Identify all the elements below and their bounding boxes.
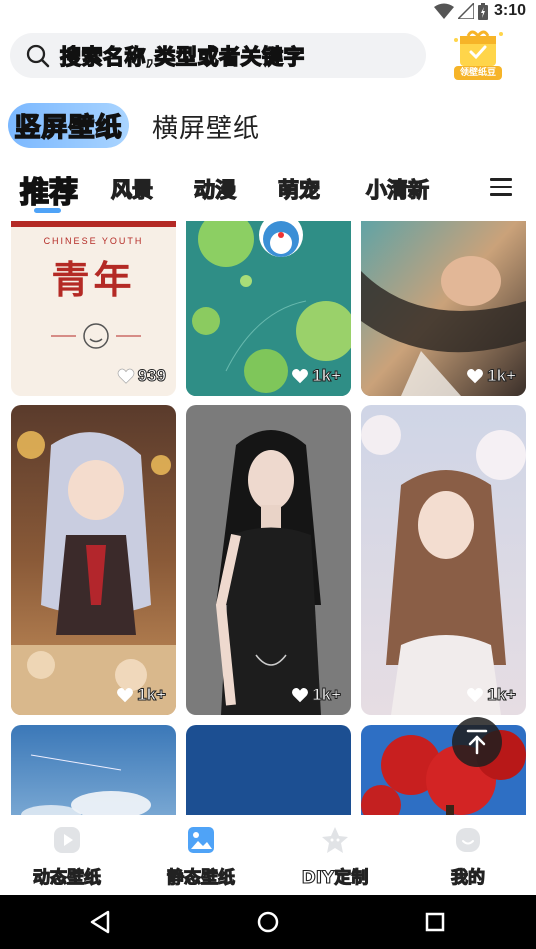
play-icon bbox=[54, 827, 80, 853]
anime-character-image bbox=[11, 405, 176, 715]
gift-box-icon bbox=[454, 30, 503, 66]
wallpaper-card[interactable] bbox=[186, 725, 351, 815]
wallpaper-card[interactable]: 1k+ bbox=[186, 405, 351, 715]
card-title: 青年 bbox=[51, 258, 136, 302]
wifi-icon bbox=[433, 3, 454, 19]
category-tab-fresh[interactable]: 小清新 bbox=[365, 174, 429, 204]
home-icon[interactable] bbox=[255, 909, 281, 935]
nav-item-live-wallpaper[interactable]: 动态壁纸 bbox=[12, 825, 122, 889]
arrow-up-icon bbox=[466, 729, 488, 755]
category-menu-button[interactable] bbox=[490, 178, 512, 198]
category-tab-pets[interactable]: 萌宠 bbox=[277, 174, 320, 204]
wallpaper-card[interactable]: CHINESE YOUTH 青年 939 bbox=[11, 221, 176, 396]
category-tabs: 推荐 风景 动漫 萌宠 小清新 bbox=[0, 166, 536, 214]
nav-item-diy[interactable]: DIY定制 bbox=[280, 825, 390, 889]
like-count: 1k+ bbox=[466, 366, 516, 386]
like-count: 1k+ bbox=[291, 685, 341, 705]
clock: 3:10 bbox=[493, 2, 526, 19]
nav-label: DIY定制 bbox=[301, 867, 369, 888]
like-count: 939 bbox=[117, 366, 167, 386]
wallpaper-card[interactable]: 1k+ bbox=[361, 405, 526, 715]
red-band bbox=[11, 221, 176, 227]
nav-label: 动态壁纸 bbox=[32, 867, 101, 888]
sky-image bbox=[11, 725, 176, 815]
wallpaper-card[interactable]: 1k+ bbox=[11, 405, 176, 715]
nav-item-mine[interactable]: 我的 bbox=[413, 825, 523, 889]
heart-icon bbox=[292, 688, 309, 703]
recents-icon[interactable] bbox=[422, 909, 448, 935]
wallpaper-card[interactable]: 1k+ bbox=[186, 221, 351, 396]
search-bar[interactable]: 搜索名称,类型或者关键字 bbox=[10, 33, 426, 78]
nav-label: 我的 bbox=[450, 867, 485, 888]
profile-face-icon bbox=[456, 828, 480, 852]
nav-label: 静态壁纸 bbox=[166, 867, 235, 888]
bottom-navigation: 动态壁纸 静态壁纸 DIY定制 我的 bbox=[0, 815, 536, 895]
active-tab-indicator bbox=[34, 208, 61, 213]
tab-portrait-label: 竖屏壁纸 bbox=[14, 112, 123, 144]
category-tab-scenery[interactable]: 风景 bbox=[110, 174, 153, 204]
menu-icon bbox=[490, 178, 512, 181]
card-subtitle: CHINESE YOUTH bbox=[43, 236, 144, 246]
wallpaper-card[interactable] bbox=[11, 725, 176, 815]
search-icon bbox=[26, 44, 50, 67]
wallpaper-grid[interactable]: CHINESE YOUTH 青年 939 1k+ 1k+ 1k+ 1k+ 1k+ bbox=[0, 221, 536, 815]
category-tab-recommend[interactable]: 推荐 bbox=[19, 169, 79, 211]
battery-icon bbox=[477, 2, 488, 20]
wallpaper-beans-badge[interactable]: 领壁纸豆 bbox=[448, 26, 508, 82]
tab-landscape-wallpaper[interactable]: 横屏壁纸 bbox=[152, 108, 260, 145]
heart-icon bbox=[292, 369, 309, 384]
like-count: 1k+ bbox=[116, 685, 166, 705]
heart-icon bbox=[467, 688, 484, 703]
nav-item-static-wallpaper[interactable]: 静态壁纸 bbox=[146, 825, 256, 889]
heart-icon bbox=[467, 369, 484, 384]
wallpaper-card[interactable]: 1k+ bbox=[361, 221, 526, 396]
portrait-photo-image bbox=[186, 405, 351, 715]
badge-label: 领壁纸豆 bbox=[454, 66, 502, 80]
search-placeholder: 搜索名称,类型或者关键字 bbox=[59, 44, 305, 69]
smile-face-icon bbox=[51, 323, 141, 349]
star-icon bbox=[322, 827, 348, 853]
signal-icon bbox=[457, 3, 474, 19]
heart-icon bbox=[117, 688, 134, 703]
heart-icon bbox=[117, 368, 134, 384]
back-icon[interactable] bbox=[88, 909, 114, 935]
like-count: 1k+ bbox=[466, 685, 516, 705]
scroll-to-top-button[interactable] bbox=[452, 717, 502, 767]
image-icon bbox=[188, 827, 214, 853]
tab-portrait-wallpaper[interactable]: 竖屏壁纸 bbox=[8, 103, 129, 148]
portrait-photo-image bbox=[361, 405, 526, 715]
status-bar: 3:10 bbox=[0, 0, 536, 24]
like-count: 1k+ bbox=[291, 366, 341, 386]
category-tab-anime[interactable]: 动漫 bbox=[193, 174, 236, 204]
system-navigation-bar bbox=[0, 895, 536, 949]
